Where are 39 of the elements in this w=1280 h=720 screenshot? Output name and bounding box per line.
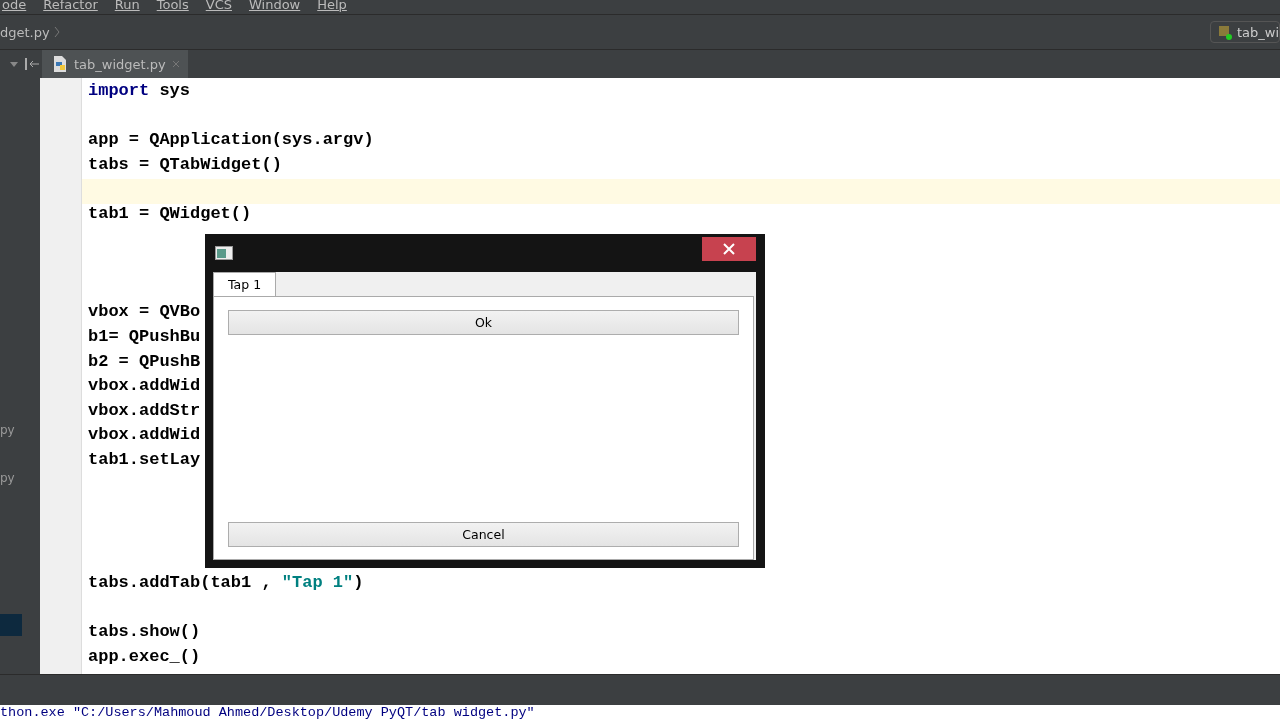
- code-line: vbox.addStr: [88, 400, 201, 422]
- selected-file-marker: [0, 614, 22, 636]
- breadcrumb[interactable]: dget.py: [0, 24, 50, 40]
- pin-left-icon[interactable]: [24, 57, 40, 71]
- python-file-icon: [1216, 24, 1233, 40]
- close-button[interactable]: [702, 237, 756, 261]
- menu-item[interactable]: ode: [2, 0, 27, 14]
- code-line: vbox = QVBo: [88, 302, 201, 324]
- menu-item[interactable]: Help: [317, 0, 347, 14]
- collapse-icon[interactable]: [10, 60, 18, 68]
- code-line: tab1.setLay: [88, 449, 201, 471]
- code-line: import sys: [88, 81, 191, 102]
- window-icon: [215, 246, 233, 260]
- code-line: app = QApplication(sys.argv): [88, 130, 374, 152]
- file-label: py: [0, 471, 15, 485]
- code-line: app.exec_(): [88, 646, 201, 668]
- code-line: vbox.addWid: [88, 425, 201, 447]
- code-line: b2 = QPushB: [88, 351, 201, 373]
- console-output: thon.exe "C:/Users/Mahmoud Ahmed/Desktop/Udemy PyQT/tab widget.py": [0, 705, 535, 720]
- push-button[interactable]: Ok: [228, 310, 739, 335]
- python-file-icon: [52, 55, 68, 73]
- close-icon: [723, 243, 735, 255]
- code-line: tabs.show(): [88, 622, 201, 644]
- chevron-icon: [53, 26, 60, 38]
- code-line: tabs = QTabWidget(): [88, 154, 282, 176]
- menu-item[interactable]: VCS: [205, 0, 232, 14]
- menu-item[interactable]: Tools: [156, 0, 189, 14]
- menu-item[interactable]: Window: [248, 0, 301, 14]
- push-button[interactable]: Cancel: [228, 522, 739, 547]
- editor-tab[interactable]: tab_widget.py: [42, 50, 188, 78]
- code-line: vbox.addWid: [88, 376, 201, 398]
- run-config-selector[interactable]: tab_wi: [1209, 21, 1280, 43]
- code-line: tab1 = QWidget(): [88, 203, 252, 225]
- code-line: tabs.addTab(tab1 , "Tap 1"): [88, 572, 364, 594]
- tab[interactable]: Tap 1: [213, 272, 277, 296]
- code-line: b1= QPushBu: [88, 326, 201, 348]
- file-label: py: [0, 423, 15, 437]
- menu-item[interactable]: Run: [114, 0, 140, 14]
- menu-item[interactable]: Refactor: [43, 0, 98, 14]
